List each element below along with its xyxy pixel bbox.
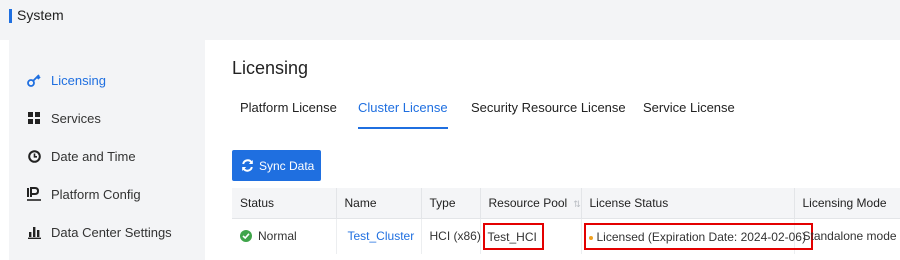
page-title: Licensing — [232, 58, 309, 78]
sidebar: Licensing Services Date and Time Platfor… — [9, 40, 205, 260]
license-status-text: Licensed (Expiration Date: 2024-02-06) — [596, 229, 806, 244]
resource-pool-highlight: Test_HCI — [482, 222, 544, 250]
cell-resource-pool: Test_HCI — [480, 218, 582, 254]
sidebar-item-label: Services — [51, 110, 101, 126]
tab-platform-license[interactable]: Platform License — [240, 100, 337, 130]
cluster-license-table: Status Name Type Resource Pool ⇅ License … — [232, 188, 900, 254]
column-header-label: Resource Pool — [488, 195, 568, 210]
tab-cluster-license[interactable]: Cluster License — [358, 100, 448, 130]
cluster-name-link[interactable]: Test_Cluster — [336, 218, 422, 254]
sidebar-item-label: Data Center Settings — [51, 224, 172, 240]
sidebar-item-label: Date and Time — [51, 148, 136, 164]
sync-data-button[interactable]: Sync Data — [232, 150, 321, 181]
grid-icon — [25, 109, 43, 127]
table-row: Normal Test_Cluster HCI (x86) Test_HCI L… — [232, 218, 900, 254]
key-icon — [25, 71, 43, 89]
tab-service-license[interactable]: Service License — [643, 100, 735, 130]
license-status-dot — [588, 235, 593, 240]
column-header-licensing-mode[interactable]: Licensing Mode — [794, 188, 900, 219]
column-header-resource-pool[interactable]: Resource Pool ⇅ — [480, 188, 582, 219]
main-panel: Licensing Platform License Cluster Licen… — [205, 40, 900, 260]
sync-data-label: Sync Data — [259, 158, 315, 173]
sort-icon[interactable]: ⇅ — [573, 199, 581, 209]
bar-chart-icon — [25, 223, 43, 241]
ip-icon — [25, 185, 43, 203]
column-header-name[interactable]: Name — [336, 188, 422, 219]
title-accent-bar — [9, 9, 12, 23]
check-circle-icon — [240, 230, 252, 243]
license-status-highlight: Licensed (Expiration Date: 2024-02-06) — [583, 222, 813, 250]
active-tab-indicator — [358, 127, 448, 129]
cell-status: Normal — [232, 218, 337, 254]
sidebar-item-label: Licensing — [51, 72, 106, 88]
table-header-row: Status Name Type Resource Pool ⇅ License … — [232, 188, 900, 219]
tab-security-resource-license[interactable]: Security Resource License — [471, 100, 626, 130]
column-header-type[interactable]: Type — [421, 188, 481, 219]
sidebar-item-label: Platform Config — [51, 186, 141, 202]
sync-icon — [241, 159, 254, 172]
sidebar-item-platform-config[interactable]: Platform Config — [9, 175, 205, 213]
sidebar-item-services[interactable]: Services — [9, 99, 205, 137]
top-bar: System — [0, 0, 900, 40]
sidebar-item-licensing[interactable]: Licensing — [9, 61, 205, 99]
app-title: System — [17, 7, 64, 23]
sidebar-item-data-center-settings[interactable]: Data Center Settings — [9, 213, 205, 251]
cell-license-status: Licensed (Expiration Date: 2024-02-06) — [581, 218, 813, 254]
sidebar-item-date-and-time[interactable]: Date and Time — [9, 137, 205, 175]
column-header-license-status[interactable]: License Status — [581, 188, 795, 219]
cell-type: HCI (x86) — [421, 218, 481, 254]
status-text: Normal — [258, 229, 297, 244]
clock-icon — [25, 147, 43, 165]
column-header-status[interactable]: Status — [232, 188, 337, 219]
